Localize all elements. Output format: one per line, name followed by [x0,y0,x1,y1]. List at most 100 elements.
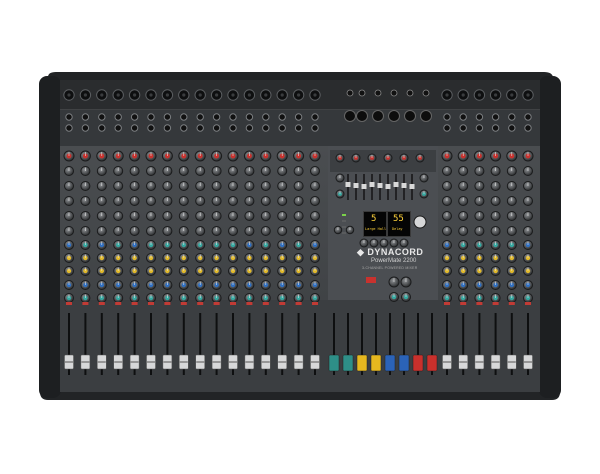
channel-clip-led [279,302,286,305]
master-fader-knob[interactable] [342,354,354,372]
master-fader-knob[interactable] [398,354,410,372]
master-output-connector[interactable] [420,110,432,122]
xlr-pin [494,93,498,97]
eq-slider-handle[interactable] [345,182,351,187]
eq-slider-handle[interactable] [393,182,399,187]
jack-input-connector[interactable] [491,113,500,121]
jack-input-connector[interactable] [443,113,451,121]
master-rca-connector[interactable] [358,89,366,97]
jack-insert-connector[interactable] [475,124,484,132]
channel-clip-led [164,302,171,305]
channel-clip-led [492,302,499,305]
xlr-pin [510,93,514,97]
jack-input-connector[interactable] [81,113,90,121]
xlr-pin [313,93,317,97]
master-fader-knob[interactable] [384,354,396,372]
channel-clip-led [66,302,72,305]
xlr-pin [445,93,449,97]
jack-input-connector[interactable] [262,113,270,121]
master-rca-connector[interactable] [406,89,414,97]
jack-input-connector[interactable] [212,113,221,121]
jack-insert-connector[interactable] [491,124,500,132]
eq-slider-handle[interactable] [369,182,375,187]
jack-input-connector[interactable] [98,113,106,121]
master-fader-knob[interactable] [356,354,368,372]
jack-input-connector[interactable] [311,113,319,121]
channel-clip-led [148,302,154,305]
eq-slider-handle[interactable] [401,183,407,188]
jack-input-connector[interactable] [229,113,237,121]
jack-input-connector[interactable] [459,113,467,121]
eq-slider-handle[interactable] [353,183,359,188]
jack-input-connector[interactable] [524,113,532,121]
eq-slider-handle[interactable] [385,184,391,189]
master-output-connector[interactable] [404,110,416,122]
eq-slider-handle[interactable] [409,184,415,189]
jack-insert-connector[interactable] [212,124,221,132]
jack-insert-connector[interactable] [180,124,188,132]
master-fader-knob[interactable] [426,354,438,372]
channel-clip-led [444,302,450,305]
jack-input-connector[interactable] [196,113,204,121]
jack-insert-connector[interactable] [508,124,516,132]
jack-insert-connector[interactable] [262,124,270,132]
brand-name: DYNACORD [367,247,424,257]
jack-insert-connector[interactable] [98,124,106,132]
xlr-pin [461,93,465,97]
jack-input-connector[interactable] [163,113,172,121]
jack-insert-connector[interactable] [130,124,139,132]
jack-insert-connector[interactable] [114,124,122,132]
jack-insert-connector[interactable] [147,124,155,132]
jack-input-connector[interactable] [130,113,139,121]
model-name: PowerMate 2200 [371,258,417,264]
jack-input-connector[interactable] [278,113,286,121]
left-side-cheek [39,76,61,398]
xlr-pin [215,93,219,97]
xlr-pin [100,93,104,97]
jack-input-connector[interactable] [180,113,188,121]
master-fader-knob[interactable] [328,354,340,372]
master-rca-connector[interactable] [390,89,398,97]
master-rca-connector[interactable] [346,89,354,97]
master-rca-connector[interactable] [374,89,382,97]
master-fader-knob[interactable] [412,354,424,372]
jack-insert-connector[interactable] [65,124,73,132]
master-fader-knob[interactable] [370,354,382,372]
jack-input-connector[interactable] [147,113,155,121]
jack-insert-connector[interactable] [229,124,237,132]
channel-clip-led [213,302,220,305]
jack-insert-connector[interactable] [163,124,172,132]
jack-insert-connector[interactable] [278,124,286,132]
brand-logo: ◆ DYNACORD [357,247,424,257]
master-output-connector[interactable] [344,110,356,122]
jack-insert-connector[interactable] [81,124,90,132]
jack-input-connector[interactable] [65,113,73,121]
channel-clip-led [460,302,467,305]
mute-button[interactable] [366,277,376,283]
xlr-pin [247,93,251,97]
xlr-pin [133,93,137,97]
jack-input-connector[interactable] [294,113,303,121]
master-rca-connector[interactable] [422,89,430,97]
jack-input-connector[interactable] [245,113,254,121]
jack-input-connector[interactable] [475,113,484,121]
master-output-connector[interactable] [372,110,384,122]
fx-right-value: 55 [393,214,404,224]
jack-insert-connector[interactable] [196,124,204,132]
jack-insert-connector[interactable] [524,124,532,132]
eq-slider-handle[interactable] [361,184,367,189]
jack-insert-connector[interactable] [294,124,303,132]
jack-insert-connector[interactable] [443,124,451,132]
jack-insert-connector[interactable] [245,124,254,132]
fx-select-encoder[interactable] [413,215,427,229]
jack-input-connector[interactable] [114,113,122,121]
jack-input-connector[interactable] [508,113,516,121]
master-output-connector[interactable] [356,110,368,122]
mixer-console-image [39,72,561,400]
master-output-connector[interactable] [388,110,400,122]
eq-slider-handle[interactable] [377,183,383,188]
jack-insert-connector[interactable] [311,124,319,132]
led-indicator [342,232,346,234]
channel-clip-led [476,302,483,305]
jack-insert-connector[interactable] [459,124,467,132]
